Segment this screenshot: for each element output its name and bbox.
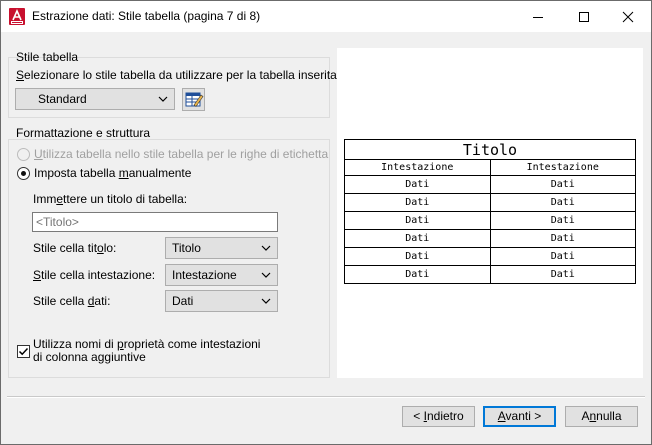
data-cell-style-label: Stile cella dati: xyxy=(33,294,111,308)
table-style-edit-icon xyxy=(185,92,204,107)
property-names-label-line1[interactable]: Utilizza nomi di proprietà come intestaz… xyxy=(33,337,260,351)
preview-data-cell: Dati xyxy=(344,247,491,266)
chevron-down-icon xyxy=(261,298,271,304)
autocad-app-icon xyxy=(9,8,25,25)
title-cell-style-select[interactable]: Titolo xyxy=(165,237,278,259)
table-title-input[interactable] xyxy=(33,213,277,231)
preview-data-row: Dati Dati xyxy=(344,247,636,266)
preview-data-cell: Dati xyxy=(489,229,636,248)
header-cell-style-value: Intestazione xyxy=(172,268,237,282)
property-names-checkbox[interactable] xyxy=(17,345,30,358)
preview-data-row: Dati Dati xyxy=(344,211,636,230)
table-style-value: Standard xyxy=(38,92,87,106)
preview-data-cell: Dati xyxy=(344,265,491,284)
minimize-button[interactable] xyxy=(515,1,561,32)
table-style-group-label: Stile tabella xyxy=(16,50,79,64)
maximize-button[interactable] xyxy=(561,1,607,32)
table-preview: Titolo Intestazione Intestazione Dati Da… xyxy=(344,139,636,284)
table-title-prompt: Immettere un titolo di tabella: xyxy=(33,192,188,206)
table-title-input-box[interactable] xyxy=(32,212,278,232)
checkmark-icon xyxy=(18,347,29,356)
title-bar[interactable]: Estrazione dati: Stile tabella (pagina 7… xyxy=(1,1,651,32)
chevron-down-icon xyxy=(261,245,271,251)
cancel-button[interactable]: Annulla xyxy=(565,406,638,427)
header-cell-style-select[interactable]: Intestazione xyxy=(165,264,278,286)
window-title: Estrazione dati: Stile tabella (pagina 7… xyxy=(32,9,261,23)
preview-data-cell: Dati xyxy=(489,265,636,284)
maximize-icon xyxy=(579,12,589,22)
preview-data-cell: Dati xyxy=(489,193,636,212)
title-cell-style-value: Titolo xyxy=(172,241,201,255)
radio-use-style[interactable] xyxy=(17,148,30,161)
preview-header-cell: Intestazione xyxy=(489,159,636,176)
preview-data-cell: Dati xyxy=(344,175,491,194)
preview-data-cell: Dati xyxy=(344,229,491,248)
radio-manual-label[interactable]: Imposta tabella manualmente xyxy=(34,166,191,180)
preview-data-row: Dati Dati xyxy=(344,193,636,212)
preview-data-row: Dati Dati xyxy=(344,175,636,194)
format-group-label: Formattazione e struttura xyxy=(16,126,151,140)
preview-data-cell: Dati xyxy=(489,247,636,266)
title-cell-style-label: Stile cella titolo: xyxy=(33,241,117,255)
table-style-edit-button[interactable] xyxy=(182,88,205,111)
data-cell-style-select[interactable]: Dati xyxy=(165,290,278,312)
table-style-prompt: Selezionare lo stile tabella da utilizza… xyxy=(16,68,341,82)
preview-data-cell: Dati xyxy=(344,211,491,230)
preview-data-cell: Dati xyxy=(344,193,491,212)
preview-data-cell: Dati xyxy=(489,175,636,194)
table-preview-panel: Titolo Intestazione Intestazione Dati Da… xyxy=(337,48,643,378)
header-cell-style-label: Stile cella intestazione: xyxy=(33,268,156,282)
preview-title-cell: Titolo xyxy=(344,139,636,160)
preview-data-row: Dati Dati xyxy=(344,229,636,248)
preview-header-cell: Intestazione xyxy=(344,159,491,176)
table-style-select[interactable]: Standard xyxy=(15,88,175,110)
chevron-down-icon xyxy=(261,272,271,278)
radio-selected-dot xyxy=(21,171,26,176)
radio-manual[interactable] xyxy=(17,167,30,180)
dialog-client: Stile tabella Selezionare lo stile tabel… xyxy=(1,32,651,444)
data-cell-style-value: Dati xyxy=(172,294,194,308)
footer-separator xyxy=(7,396,645,398)
next-button[interactable]: Avanti > xyxy=(483,406,556,427)
close-icon xyxy=(622,11,634,23)
dialog-window: Estrazione dati: Stile tabella (pagina 7… xyxy=(0,0,652,445)
preview-data-row: Dati Dati xyxy=(344,265,636,284)
back-button[interactable]: < Indietro xyxy=(402,406,475,427)
preview-data-cell: Dati xyxy=(489,211,636,230)
minimize-icon xyxy=(533,17,543,18)
chevron-down-icon xyxy=(158,96,168,102)
property-names-label-line2[interactable]: di colonna aggiuntive xyxy=(33,350,146,364)
radio-use-style-label[interactable]: Utilizza tabella nello stile tabella per… xyxy=(34,147,328,161)
close-button[interactable] xyxy=(605,1,651,32)
